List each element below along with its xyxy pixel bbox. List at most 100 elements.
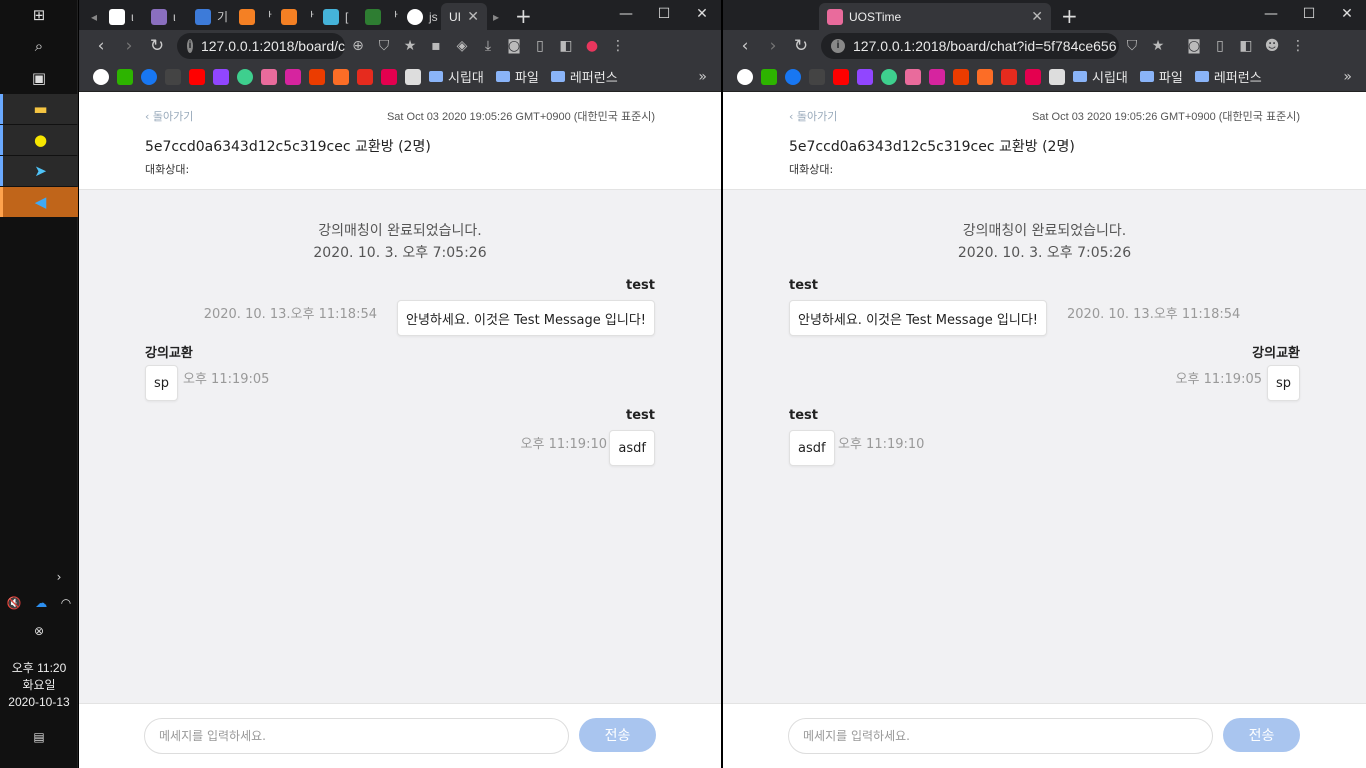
twitch-bookmark-icon[interactable]: [857, 68, 873, 85]
tab-h[interactable]: ι: [151, 3, 176, 30]
bookmark-folder-uos[interactable]: 시립대: [1073, 67, 1128, 86]
bird-app-icon[interactable]: ➤: [0, 156, 78, 186]
bookmark-star-icon[interactable]: ★: [1145, 38, 1171, 54]
menu-icon[interactable]: ⋮: [1285, 38, 1311, 54]
bookmarks-more-icon[interactable]: »: [1343, 69, 1352, 85]
extension-icon[interactable]: ▪: [423, 38, 449, 54]
back-icon[interactable]: ‹: [87, 36, 115, 56]
bookmark-folder-uos[interactable]: 시립대: [429, 67, 484, 86]
kakaotalk-icon[interactable]: ●: [0, 125, 78, 155]
instagram-bookmark-icon[interactable]: [285, 68, 301, 85]
minimize-icon[interactable]: —: [607, 0, 645, 30]
close-window-icon[interactable]: ✕: [683, 0, 721, 30]
dots-bookmark-icon[interactable]: [165, 68, 181, 85]
office-bookmark-icon[interactable]: [953, 68, 969, 85]
google-bookmark-icon[interactable]: [93, 68, 109, 85]
bookmark-folder-reference[interactable]: 레퍼런스: [550, 67, 618, 86]
naver-bookmark-icon[interactable]: [761, 68, 777, 85]
reload-icon[interactable]: ↻: [143, 36, 171, 56]
sidebar-icon[interactable]: ◧: [1233, 38, 1259, 54]
ted-bookmark-icon[interactable]: [1001, 68, 1017, 85]
back-icon[interactable]: ‹: [731, 36, 759, 56]
message-input[interactable]: [788, 718, 1213, 754]
tab-uostime-active[interactable]: UI ✕: [441, 3, 487, 30]
profile-icon[interactable]: ●: [579, 38, 605, 54]
reload-icon[interactable]: ↻: [787, 36, 815, 56]
maximize-icon[interactable]: ☐: [1290, 0, 1328, 30]
site-info-icon[interactable]: i: [187, 39, 193, 53]
close-window-icon[interactable]: ✕: [1328, 0, 1366, 30]
maximize-icon[interactable]: ☐: [645, 0, 683, 30]
facebook-bookmark-icon[interactable]: [785, 68, 801, 85]
tab-m[interactable]: 기: [195, 3, 228, 30]
remote-desktop-icon[interactable]: ▣: [0, 63, 78, 93]
naver-bookmark-icon[interactable]: [117, 68, 133, 85]
bird-bookmark-icon[interactable]: [405, 68, 421, 85]
reader-icon[interactable]: ▯: [527, 38, 553, 54]
profile-icon[interactable]: ☻: [1259, 38, 1285, 54]
office-bookmark-icon[interactable]: [309, 68, 325, 85]
shield-icon[interactable]: ⛉: [1119, 38, 1145, 54]
youtube-bookmark-icon[interactable]: [833, 68, 849, 85]
close-tab-icon[interactable]: ✕: [467, 8, 479, 25]
clock[interactable]: 오후 11:20 화요일 2020-10-13: [0, 660, 78, 711]
gitlab-bookmark-icon[interactable]: [977, 68, 993, 85]
tray-expand-icon[interactable]: ›: [0, 570, 78, 584]
bookmark-star-icon[interactable]: ★: [397, 38, 423, 54]
new-tab-icon[interactable]: +: [515, 4, 532, 28]
camera-icon[interactable]: ◙: [1181, 38, 1207, 54]
shield-icon[interactable]: ⛉: [371, 38, 397, 54]
bookmark-folder-files[interactable]: 파일: [495, 67, 539, 86]
new-tab-icon[interactable]: +: [1061, 4, 1078, 28]
uostime-bookmark-icon[interactable]: [905, 68, 921, 85]
zoom-icon[interactable]: ⊕: [345, 38, 371, 54]
tab-bookmark[interactable]: [: [323, 3, 348, 30]
minimize-icon[interactable]: —: [1252, 0, 1290, 30]
tray-close-icon[interactable]: ⊗: [0, 624, 78, 638]
google-bookmark-icon[interactable]: [737, 68, 753, 85]
site-info-icon[interactable]: i: [831, 39, 845, 53]
wifi-icon[interactable]: ◠: [61, 596, 71, 610]
reader-icon[interactable]: ▯: [1207, 38, 1233, 54]
back-link[interactable]: ‹ 돌아가기: [145, 108, 193, 124]
twitch-bookmark-icon[interactable]: [213, 68, 229, 85]
g-bookmark-icon[interactable]: [237, 68, 253, 85]
bookmarks-more-icon[interactable]: »: [698, 69, 707, 85]
address-bar[interactable]: i 127.0.0.1:2018/board/chat?id=5f784ce65…: [821, 33, 1119, 59]
uostime-bookmark-icon[interactable]: [261, 68, 277, 85]
tab-scroll-left-icon[interactable]: ◂: [91, 3, 97, 30]
tab-stack-1[interactable]: ᅡ: [239, 3, 272, 30]
bookmark-folder-reference[interactable]: 레퍼런스: [1194, 67, 1262, 86]
bird-bookmark-icon[interactable]: [1049, 68, 1065, 85]
instagram-bookmark-icon[interactable]: [929, 68, 945, 85]
close-tab-icon[interactable]: ✕: [1031, 8, 1043, 25]
windows-start-icon[interactable]: ⊞: [0, 0, 78, 30]
w-bookmark-icon[interactable]: [1025, 68, 1041, 85]
back-link[interactable]: ‹ 돌아가기: [789, 108, 837, 124]
extension-2-icon[interactable]: ◈: [449, 38, 475, 54]
file-explorer-icon[interactable]: ▬: [0, 94, 78, 124]
vscode-icon[interactable]: ◀: [0, 187, 78, 217]
send-button[interactable]: 전송: [1223, 718, 1300, 752]
message-input[interactable]: [144, 718, 569, 754]
send-button[interactable]: 전송: [579, 718, 656, 752]
youtube-bookmark-icon[interactable]: [189, 68, 205, 85]
dots-bookmark-icon[interactable]: [809, 68, 825, 85]
address-bar[interactable]: i 127.0.0.1:2018/board/c: [177, 33, 345, 59]
facebook-bookmark-icon[interactable]: [141, 68, 157, 85]
download-icon[interactable]: ⤓: [475, 38, 501, 54]
forward-icon[interactable]: ›: [759, 36, 787, 56]
tab-github[interactable]: ι: [109, 3, 134, 30]
tab-stack-2[interactable]: ᅡ: [281, 3, 314, 30]
notification-icon[interactable]: ▤: [0, 730, 78, 744]
tab-uostime-active[interactable]: UOSTime ✕: [819, 3, 1051, 30]
tab-scroll-right-icon[interactable]: ▸: [493, 3, 499, 30]
tab-infinity[interactable]: ᅡ: [365, 3, 398, 30]
ted-bookmark-icon[interactable]: [357, 68, 373, 85]
camera-icon[interactable]: ◙: [501, 38, 527, 54]
menu-icon[interactable]: ⋮: [605, 38, 631, 54]
search-icon[interactable]: ⌕: [0, 31, 78, 61]
bookmark-folder-files[interactable]: 파일: [1139, 67, 1183, 86]
forward-icon[interactable]: ›: [115, 36, 143, 56]
onedrive-icon[interactable]: ☁: [35, 596, 47, 610]
